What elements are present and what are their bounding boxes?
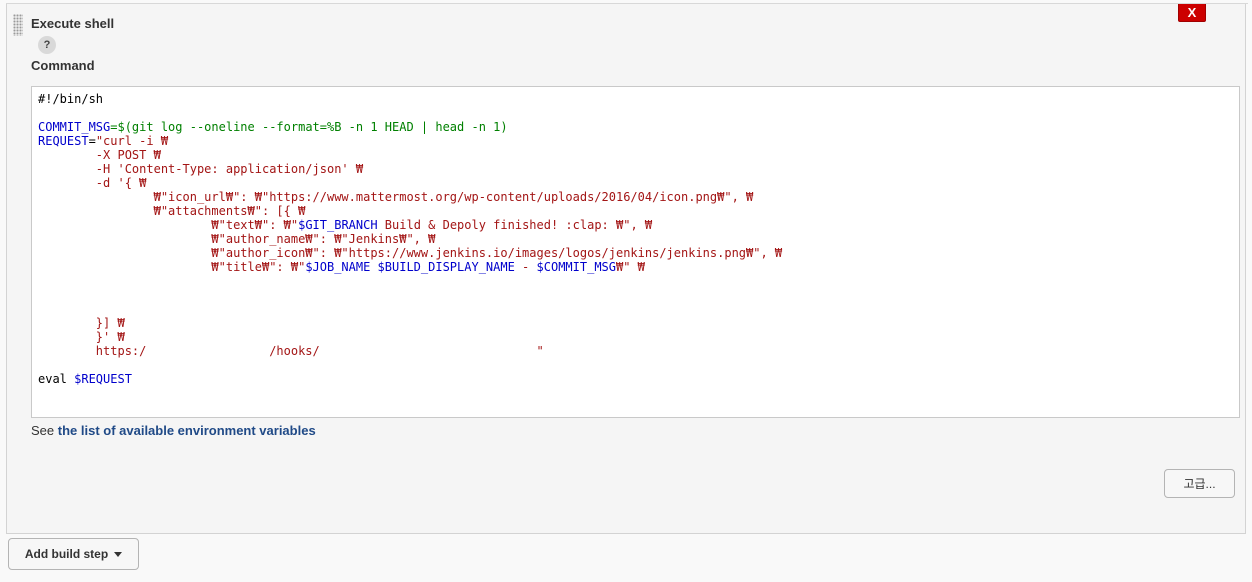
code-token: ₩" ₩ — [616, 260, 645, 274]
code-token: https:/ /hooks/ " — [38, 344, 544, 358]
code-token: ₩"author_name₩": ₩"Jenkins₩", ₩ — [38, 232, 436, 246]
code-token: eval — [38, 372, 75, 386]
code-token: $GIT_BRANCH — [298, 218, 378, 232]
code-line: -d '{ ₩ — [38, 176, 147, 190]
code-token: ₩"text₩": ₩" — [38, 218, 299, 232]
step-title: Execute shell — [31, 16, 115, 31]
code-line: https:/ /hooks/ " — [38, 344, 544, 358]
code-line: }' ₩ — [38, 330, 125, 344]
code-token: -X POST ₩ — [38, 148, 161, 162]
code-line: COMMIT_MSG=$(git log --oneline --format=… — [38, 120, 508, 134]
code-token: =$(git log --oneline --format=%B -n 1 HE… — [110, 120, 508, 134]
add-build-step-button[interactable]: Add build step — [8, 538, 139, 570]
code-line: ₩"title₩": ₩"$JOB_NAME $BUILD_DISPLAY_NA… — [38, 260, 645, 274]
code-token: COMMIT_MSG — [38, 120, 111, 134]
code-line: ₩"icon_url₩": ₩"https://www.mattermost.o… — [38, 190, 754, 204]
delete-step-button[interactable]: X — [1178, 4, 1206, 22]
drag-handle-icon[interactable] — [13, 14, 23, 36]
code-token: REQUEST — [38, 134, 89, 148]
code-line: -X POST ₩ — [38, 148, 161, 162]
env-vars-help: See the list of available environment va… — [31, 423, 316, 438]
help-icon[interactable]: ? — [38, 36, 56, 54]
code-line: ₩"text₩": ₩"$GIT_BRANCH Build & Depoly f… — [38, 218, 652, 232]
code-token: = — [88, 134, 96, 148]
code-token: ₩"icon_url₩": ₩"https://www.mattermost.o… — [38, 190, 754, 204]
code-token: ₩"author_icon₩": ₩"https://www.jenkins.i… — [38, 246, 783, 260]
add-build-step-label: Add build step — [24, 547, 109, 561]
code-token: "curl -i ₩ — [95, 134, 169, 148]
code-line: #!/bin/sh — [38, 92, 103, 106]
code-token: -H 'Content-Type: application/json' ₩ — [38, 162, 364, 176]
advanced-button[interactable]: 고급... — [1164, 469, 1235, 498]
code-token: - — [514, 260, 537, 274]
code-token: }' ₩ — [38, 330, 125, 344]
command-editor[interactable]: #!/bin/sh COMMIT_MSG=$(git log --oneline… — [31, 86, 1240, 418]
env-vars-prefix: See — [31, 423, 58, 438]
code-line: }] ₩ — [38, 316, 125, 330]
caret-down-icon — [114, 551, 123, 557]
code-line: REQUEST="curl -i ₩ — [38, 134, 168, 148]
code-line: eval $REQUEST — [38, 372, 132, 386]
command-label: Command — [31, 58, 95, 73]
code-token: $JOB_NAME $BUILD_DISPLAY_NAME — [305, 260, 515, 274]
code-line: ₩"author_icon₩": ₩"https://www.jenkins.i… — [38, 246, 782, 260]
code-token: ₩"title₩": ₩" — [38, 260, 306, 274]
code-line: ₩"author_name₩": ₩"Jenkins₩", ₩ — [38, 232, 435, 246]
code-token: }] ₩ — [38, 316, 125, 330]
code-token: -d '{ ₩ — [38, 176, 147, 190]
code-token: $COMMIT_MSG — [536, 260, 616, 274]
code-token: $REQUEST — [74, 372, 132, 386]
code-token: #!/bin/sh — [38, 92, 104, 106]
command-script[interactable]: #!/bin/sh COMMIT_MSG=$(git log --oneline… — [32, 87, 1239, 386]
env-vars-link[interactable]: the list of available environment variab… — [58, 423, 316, 438]
code-token: Build & Depoly finished! :clap: ₩", ₩ — [377, 218, 653, 232]
code-line: -H 'Content-Type: application/json' ₩ — [38, 162, 363, 176]
code-token: ₩"attachments₩": [{ ₩ — [38, 204, 306, 218]
execute-shell-step: Execute shell X ? Command #!/bin/sh COMM… — [6, 4, 1246, 534]
code-line: ₩"attachments₩": [{ ₩ — [38, 204, 306, 218]
